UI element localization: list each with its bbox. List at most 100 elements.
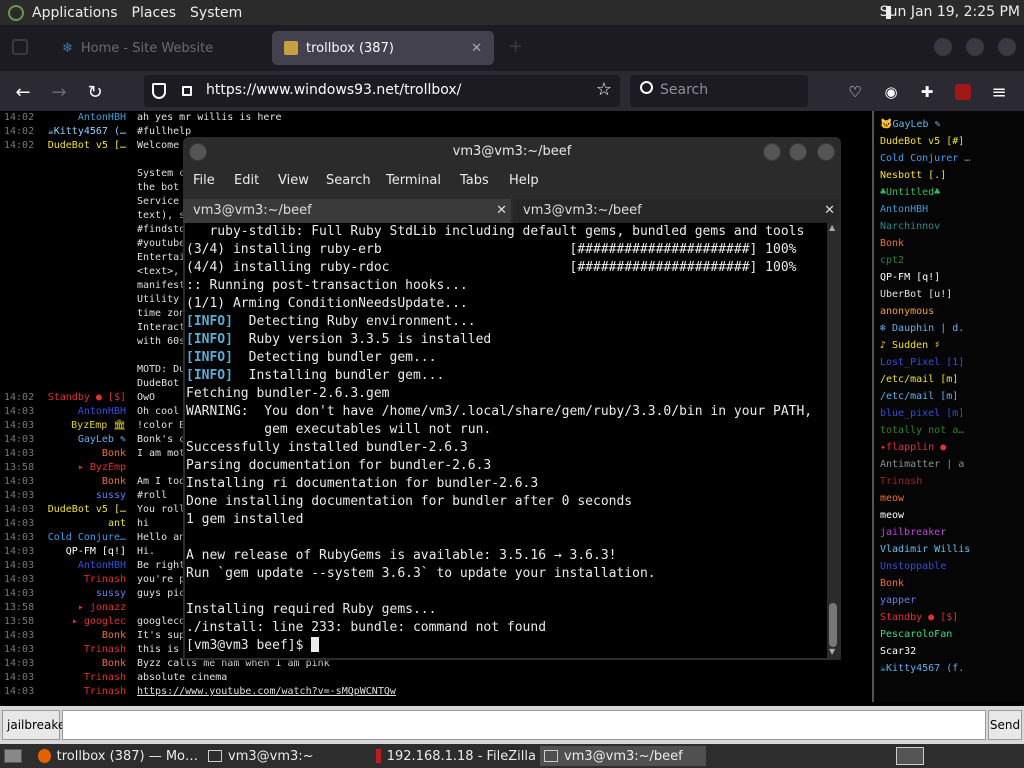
chat-nick[interactable]: ByzEmp 🏛 <box>71 419 126 433</box>
scroll-down-icon[interactable]: ▼ <box>829 647 835 656</box>
show-desktop-icon[interactable] <box>4 749 22 763</box>
distro-logo-icon[interactable] <box>8 4 24 21</box>
scroll-up-icon[interactable]: ▲ <box>829 223 835 232</box>
maximize-window-button[interactable] <box>966 38 984 56</box>
chat-nick[interactable]: Trinash <box>84 643 126 657</box>
user-list-item[interactable]: meow <box>880 493 904 504</box>
taskbar-terminal-home[interactable]: vm3@vm3:~ <box>204 746 364 766</box>
user-list-item[interactable]: anonymous <box>880 306 934 317</box>
terminal-output[interactable]: ruby-stdlib: Full Ruby StdLib including … <box>185 223 827 658</box>
chat-nick[interactable]: Bonk <box>102 475 126 489</box>
close-window-button[interactable] <box>998 38 1016 56</box>
menu-edit[interactable]: Edit <box>234 173 259 188</box>
user-list-item[interactable]: Trinash <box>880 476 922 487</box>
terminal-menu-button[interactable] <box>189 143 207 161</box>
ublock-icon[interactable] <box>950 79 976 105</box>
terminal-tab-2[interactable]: vm3@vm3:~/beef ✕ <box>513 199 839 223</box>
user-list-item[interactable]: ♣Untitled♣ <box>880 187 940 198</box>
scroll-thumb[interactable] <box>829 603 837 647</box>
user-list-item[interactable]: Narchinnov <box>880 221 940 232</box>
close-tab-icon[interactable]: ✕ <box>471 41 482 56</box>
chat-nick[interactable]: Trinash <box>84 671 126 685</box>
send-button[interactable]: Send <box>988 710 1022 740</box>
chat-nick[interactable]: ▸ googlec <box>72 615 126 629</box>
user-list-item[interactable]: 🐱GayLeb ✎ <box>880 119 941 130</box>
reload-icon[interactable]: ↻ <box>82 79 108 105</box>
extensions-icon[interactable]: ✚ <box>914 79 940 105</box>
chat-nick[interactable]: DudeBot v5 [… <box>48 503 126 517</box>
user-list-item[interactable]: Lost_Pixel [1] <box>880 357 964 368</box>
terminal-scrollbar[interactable]: ▲ ▼ <box>827 223 839 658</box>
user-list-item[interactable]: ♪ Sudden ♯ <box>880 340 940 351</box>
chat-nick[interactable]: ☕Kitty4567 (… <box>48 125 126 139</box>
pocket-icon[interactable]: ♡ <box>842 79 868 105</box>
url-bar[interactable]: https://www.windows93.net/trollbox/ ☆ <box>144 75 620 107</box>
user-list-item[interactable]: Standby ● [$] <box>880 612 958 623</box>
chat-nick[interactable]: ▸ jonazz <box>78 601 126 615</box>
terminal-maximize-button[interactable] <box>789 143 807 161</box>
minimize-window-button[interactable] <box>934 38 952 56</box>
tab-trollbox[interactable]: trollbox (387) ✕ <box>272 31 494 65</box>
chat-nick[interactable]: sussy <box>96 587 126 601</box>
tab-overview-icon[interactable] <box>12 39 28 55</box>
terminal-minimize-button[interactable] <box>763 143 781 161</box>
chat-nick[interactable]: sussy <box>96 489 126 503</box>
new-tab-icon[interactable]: + <box>508 36 523 57</box>
hamburger-menu-icon[interactable]: ≡ <box>986 79 1012 105</box>
user-list-item[interactable]: jailbreaker <box>880 527 946 538</box>
user-list-item[interactable]: Nesbott [.] <box>880 170 946 181</box>
user-list-item[interactable]: /etc/mail [m] <box>880 374 958 385</box>
user-list-item[interactable]: DudeBot v5 [#] <box>880 136 964 147</box>
user-list-item[interactable]: PescaroloFan <box>880 629 952 640</box>
taskbar-firefox[interactable]: trollbox (387) — Mo… <box>34 746 198 766</box>
menu-file[interactable]: File <box>193 173 215 188</box>
user-list-item[interactable]: ☕Kitty4567 (f. <box>880 663 964 674</box>
chat-message[interactable]: https://www.youtube.com/watch?v=-sMQpWCN… <box>137 685 396 699</box>
back-arrow-icon[interactable]: ← <box>10 79 36 105</box>
terminal-titlebar[interactable]: vm3@vm3:~/beef <box>183 137 841 169</box>
lock-icon[interactable] <box>182 86 192 96</box>
user-list-item[interactable]: Scar32 <box>880 646 916 657</box>
account-icon[interactable]: ◉ <box>878 79 904 105</box>
user-list-item[interactable]: Vladimir Willis <box>880 544 970 555</box>
user-list-item[interactable]: meow <box>880 510 904 521</box>
workspace-switcher-icon[interactable] <box>896 747 924 765</box>
chat-nick[interactable]: GayLeb ✎ <box>78 433 126 447</box>
menu-tabs[interactable]: Tabs <box>460 173 489 188</box>
user-list-item[interactable]: UberBot [u!] <box>880 289 952 300</box>
system-menu[interactable]: System <box>190 5 242 21</box>
bookmark-star-icon[interactable]: ☆ <box>596 79 612 100</box>
chat-nick[interactable]: AntonHBH <box>78 559 126 573</box>
url-text[interactable]: https://www.windows93.net/trollbox/ <box>206 82 461 98</box>
chat-nick[interactable]: Bonk <box>102 447 126 461</box>
terminal-tab-1[interactable]: vm3@vm3:~/beef ✕ <box>183 199 511 223</box>
user-list-item[interactable]: blue_pixel [m] <box>880 408 964 419</box>
menu-terminal[interactable]: Terminal <box>386 173 441 188</box>
places-menu[interactable]: Places <box>132 5 177 21</box>
chat-nick[interactable]: Trinash <box>84 685 126 699</box>
taskbar-filezilla[interactable]: 192.168.1.18 - FileZilla <box>372 746 536 766</box>
user-list-item[interactable]: ❄ Dauphin | d. <box>880 323 964 334</box>
chat-nick[interactable]: ▸ ByzEmp <box>78 461 126 475</box>
user-list-item[interactable]: totally not a… <box>880 425 964 436</box>
close-tab-icon[interactable]: ✕ <box>496 199 507 223</box>
menu-help[interactable]: Help <box>509 173 539 188</box>
menu-search[interactable]: Search <box>326 173 371 188</box>
user-list-item[interactable]: Bonk <box>880 238 904 249</box>
user-list-item[interactable]: Unstoppable <box>880 561 946 572</box>
chat-nick[interactable]: DudeBot v5 [… <box>48 139 126 153</box>
user-list-item[interactable]: Cold Conjurer … <box>880 153 970 164</box>
chat-nick[interactable]: QP-FM [q!] <box>66 545 126 559</box>
search-bar[interactable]: Search <box>630 75 808 107</box>
chat-nick[interactable]: Standby ● [$] <box>48 391 126 405</box>
chat-nick[interactable]: Cold Conjure… <box>48 531 126 545</box>
chat-nick[interactable]: Bonk <box>102 629 126 643</box>
user-list-item[interactable]: cpt2 <box>880 255 904 266</box>
user-list-item[interactable]: Bonk <box>880 578 904 589</box>
chat-nick[interactable]: AntonHBH <box>78 405 126 419</box>
chat-nick[interactable]: Trinash <box>84 573 126 587</box>
user-list-item[interactable]: Antimatter | a <box>880 459 964 470</box>
tab-home[interactable]: ❄ Home - Site Website <box>50 31 266 65</box>
menu-view[interactable]: View <box>278 173 309 188</box>
chat-nick[interactable]: Bonk <box>102 657 126 671</box>
